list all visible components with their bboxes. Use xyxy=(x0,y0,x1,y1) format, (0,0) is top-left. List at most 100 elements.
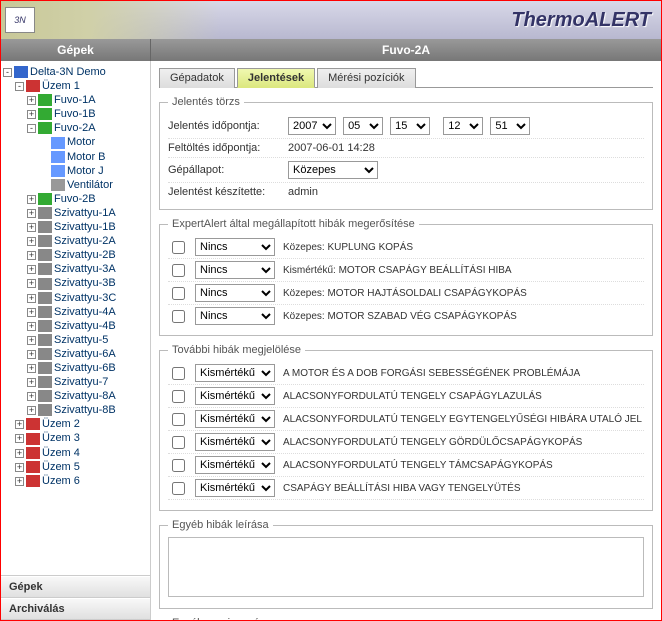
tree-sziv3b[interactable]: + Szivattyu-3B xyxy=(3,276,148,290)
collapse-icon[interactable]: - xyxy=(15,82,24,91)
tree-sziv2b[interactable]: +Szivattyu-2B xyxy=(3,248,148,262)
tree-label[interactable]: Szivattyu-8A xyxy=(54,390,116,402)
expand-icon[interactable]: + xyxy=(27,265,36,274)
nav-archivalas[interactable]: Archiválás xyxy=(1,598,150,620)
tree-label[interactable]: Szivattyu-8B xyxy=(54,404,116,416)
issue-severity-select[interactable]: Kismértékű xyxy=(195,479,275,497)
tree-label[interactable]: Üzem 6 xyxy=(42,475,80,487)
select-gepallapot[interactable]: Közepes xyxy=(288,161,378,179)
issue-severity-select[interactable]: Kismértékű xyxy=(195,364,275,382)
tree-sziv8a[interactable]: + Szivattyu-8A xyxy=(3,389,148,403)
tree-uzem1[interactable]: - Üzem 1 xyxy=(3,79,148,93)
tree-uzem5[interactable]: + Üzem 5 xyxy=(3,460,148,474)
tree-label[interactable]: Szivattyu-5 xyxy=(54,334,108,346)
tab-meresi-poziciok[interactable]: Mérési pozíciók xyxy=(317,68,415,88)
expand-icon[interactable]: + xyxy=(27,392,36,401)
tree-sziv1b[interactable]: + Szivattyu-1B xyxy=(3,220,148,234)
tree-label[interactable]: Üzem 2 xyxy=(42,418,80,430)
issue-checkbox[interactable] xyxy=(172,241,185,254)
issue-checkbox[interactable] xyxy=(172,310,185,323)
tree-root[interactable]: - Delta-3N Demo xyxy=(3,65,148,79)
tree-label[interactable]: Szivattyu-6A xyxy=(54,348,116,360)
tree-label[interactable]: Motor xyxy=(67,136,95,148)
issue-checkbox[interactable] xyxy=(172,482,185,495)
nav-gepek[interactable]: Gépek xyxy=(1,576,150,598)
expand-icon[interactable]: + xyxy=(15,420,24,429)
tree-label[interactable]: Szivattyu-3A xyxy=(54,263,116,275)
expand-icon[interactable]: + xyxy=(27,96,36,105)
tree-label[interactable]: Fuvo-1A xyxy=(54,94,96,106)
issue-severity-select[interactable]: Nincs xyxy=(195,261,275,279)
tree-sziv7[interactable]: +Szivattyu-7 xyxy=(3,375,148,389)
tree-fuvo1a[interactable]: + Fuvo-1A xyxy=(3,93,148,107)
tree-fuvo2a[interactable]: - Fuvo-2A xyxy=(3,121,148,135)
tree-label[interactable]: Motor J xyxy=(67,165,104,177)
issue-checkbox[interactable] xyxy=(172,413,185,426)
issue-severity-select[interactable]: Kismértékű xyxy=(195,433,275,451)
expand-icon[interactable]: + xyxy=(27,350,36,359)
tree-motorj[interactable]: Motor J xyxy=(3,164,148,178)
issue-checkbox[interactable] xyxy=(172,390,185,403)
expand-icon[interactable]: + xyxy=(15,449,24,458)
collapse-icon[interactable]: - xyxy=(27,124,36,133)
tree-label[interactable]: Fuvo-2A xyxy=(54,122,96,134)
tree-label[interactable]: Üzem 1 xyxy=(42,80,80,92)
select-year[interactable]: 2007 xyxy=(288,117,336,135)
tree-label[interactable]: Szivattyu-4B xyxy=(54,320,116,332)
expand-icon[interactable]: + xyxy=(27,195,36,204)
tree-label[interactable]: Szivattyu-3C xyxy=(54,292,116,304)
tree-uzem2[interactable]: + Üzem 2 xyxy=(3,417,148,431)
tree-label[interactable]: Motor B xyxy=(67,151,106,163)
issue-severity-select[interactable]: Nincs xyxy=(195,238,275,256)
tree-label[interactable]: Delta-3N Demo xyxy=(30,66,106,78)
tree-fuvo2b[interactable]: + Fuvo-2B xyxy=(3,192,148,206)
expand-icon[interactable]: + xyxy=(15,463,24,472)
expand-icon[interactable]: + xyxy=(27,308,36,317)
expand-icon[interactable]: + xyxy=(27,223,36,232)
tree-sziv4b[interactable]: +Szivattyu-4B xyxy=(3,319,148,333)
tab-gepadatok[interactable]: Gépadatok xyxy=(159,68,235,88)
issue-checkbox[interactable] xyxy=(172,436,185,449)
tree-label[interactable]: Üzem 4 xyxy=(42,447,80,459)
tree-sziv6b[interactable]: + Szivattyu-6B xyxy=(3,361,148,375)
expand-icon[interactable]: + xyxy=(27,251,36,260)
tree-sziv5[interactable]: + Szivattyu-5 xyxy=(3,333,148,347)
tree-uzem6[interactable]: +Üzem 6 xyxy=(3,474,148,488)
textarea-egyeb-hibak[interactable] xyxy=(168,537,644,597)
additional-issue-list[interactable]: KismértékűA MOTOR ÉS A DOB FORGÁSI SEBES… xyxy=(168,362,644,502)
issue-severity-select[interactable]: Nincs xyxy=(195,307,275,325)
expand-icon[interactable]: + xyxy=(27,364,36,373)
collapse-icon[interactable]: - xyxy=(3,68,12,77)
tree-label[interactable]: Szivattyu-1A xyxy=(54,207,116,219)
tree-motorb[interactable]: Motor B xyxy=(3,150,148,164)
expand-icon[interactable]: + xyxy=(27,406,36,415)
tree-sziv3a[interactable]: + Szivattyu-3A xyxy=(3,262,148,276)
tree-label[interactable]: Üzem 5 xyxy=(42,461,80,473)
tree-sziv1a[interactable]: +Szivattyu-1A xyxy=(3,206,148,220)
tree-label[interactable]: Szivattyu-2A xyxy=(54,235,116,247)
issue-checkbox[interactable] xyxy=(172,459,185,472)
tree-label[interactable]: Szivattyu-1B xyxy=(54,221,116,233)
tree-sziv8b[interactable]: + Szivattyu-8B xyxy=(3,403,148,417)
expand-icon[interactable]: + xyxy=(27,378,36,387)
tree-label[interactable]: Szivattyu-4A xyxy=(54,306,116,318)
issue-checkbox[interactable] xyxy=(172,367,185,380)
tree-fuvo1b[interactable]: +Fuvo-1B xyxy=(3,107,148,121)
tree-uzem4[interactable]: + Üzem 4 xyxy=(3,446,148,460)
tree-label[interactable]: Fuvo-1B xyxy=(54,108,96,120)
issue-checkbox[interactable] xyxy=(172,264,185,277)
issue-severity-select[interactable]: Kismértékű xyxy=(195,456,275,474)
expand-icon[interactable]: + xyxy=(27,336,36,345)
tree-sziv2a[interactable]: +Szivattyu-2A xyxy=(3,234,148,248)
tree-label[interactable]: Üzem 3 xyxy=(42,432,80,444)
expand-icon[interactable]: + xyxy=(27,294,36,303)
tree-label[interactable]: Fuvo-2B xyxy=(54,193,96,205)
expand-icon[interactable]: + xyxy=(15,434,24,443)
expand-icon[interactable]: + xyxy=(27,279,36,288)
tree-label[interactable]: Szivattyu-3B xyxy=(54,277,116,289)
issue-severity-select[interactable]: Nincs xyxy=(195,284,275,302)
select-month[interactable]: 05 xyxy=(343,117,383,135)
issue-severity-select[interactable]: Kismértékű xyxy=(195,387,275,405)
tree-label[interactable]: Szivattyu-6B xyxy=(54,362,116,374)
tree-sziv6a[interactable]: + Szivattyu-6A xyxy=(3,347,148,361)
